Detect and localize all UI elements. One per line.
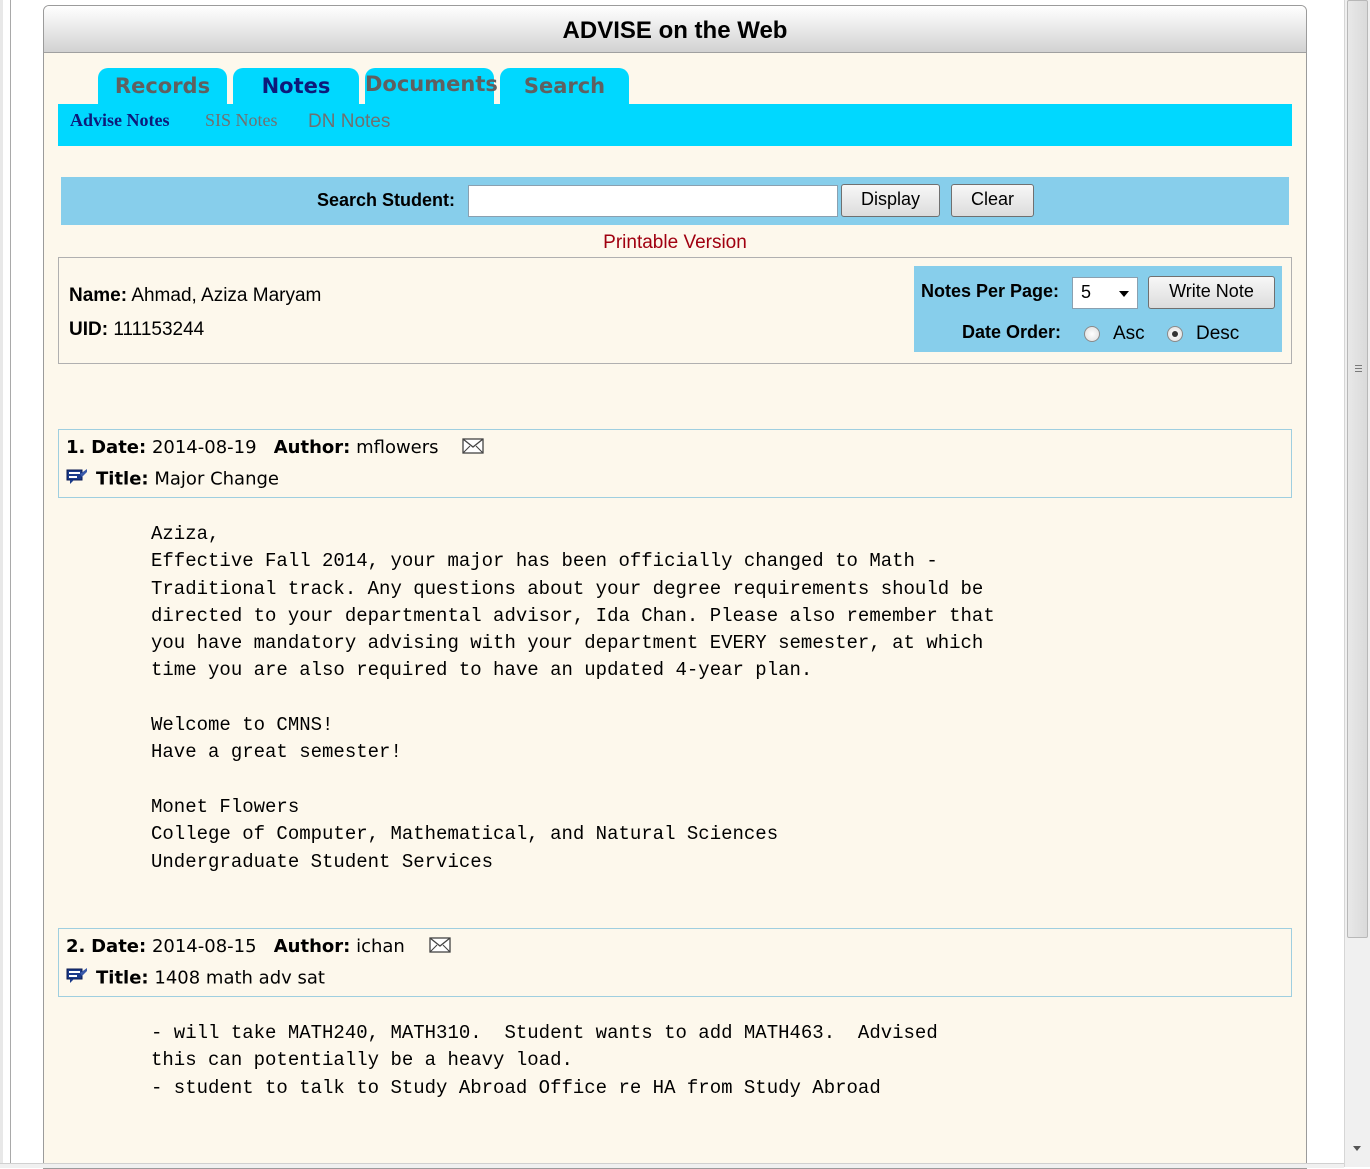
note-meta-row: 1. Date: 2014-08-19 Author: mflowers xyxy=(66,437,484,459)
date-order-asc-radio[interactable] xyxy=(1084,326,1100,342)
note-meta-row: 2. Date: 2014-08-15 Author: ichan xyxy=(66,936,451,958)
date-order-label: Date Order: xyxy=(962,322,1062,342)
note-body: Aziza, Effective Fall 2014, your major h… xyxy=(151,523,995,873)
note-number: 1. xyxy=(66,437,86,458)
note-title-row: Title: 1408 math adv sat xyxy=(66,967,325,990)
notes-subnav: Advise Notes SIS Notes DN Notes xyxy=(58,104,1292,146)
advise-panel: ADVISE on the Web Records Notes Document… xyxy=(43,5,1307,1169)
display-button[interactable]: Display xyxy=(841,184,940,217)
app-title: ADVISE on the Web xyxy=(44,6,1306,53)
notes-per-page-label: Notes Per Page: xyxy=(921,281,1060,301)
notes-per-page-select[interactable]: 5 xyxy=(1072,277,1138,309)
student-info-box: Name: Ahmad, Aziza Maryam UID: 111153244… xyxy=(58,257,1292,364)
tab-documents[interactable]: Documents xyxy=(365,68,498,106)
tab-search[interactable]: Search xyxy=(500,68,629,106)
tab-notes[interactable]: Notes xyxy=(233,68,359,106)
uid-label: UID: xyxy=(69,319,109,340)
tab-records[interactable]: Records xyxy=(98,68,227,106)
note-date-label: Date: xyxy=(91,936,147,957)
page-bottom-edge xyxy=(0,1163,1344,1168)
name-label: Name: xyxy=(69,285,128,306)
student-search-bar: Search Student: Display Clear xyxy=(61,177,1289,225)
clear-button[interactable]: Clear xyxy=(951,184,1034,217)
printable-version-link[interactable]: Printable Version xyxy=(44,232,1306,254)
subnav-dn-notes[interactable]: DN Notes xyxy=(308,111,390,133)
chevron-down-icon xyxy=(1119,291,1129,297)
notes-per-page-value: 5 xyxy=(1081,282,1092,302)
note-comment-icon[interactable] xyxy=(66,967,88,990)
note-body: - will take MATH240, MATH310. Student wa… xyxy=(151,1022,938,1099)
note-date: 2014-08-15 xyxy=(151,936,257,957)
subnav-sis-notes[interactable]: SIS Notes xyxy=(205,110,278,131)
note-title: Major Change xyxy=(154,468,279,490)
note-comment-icon[interactable] xyxy=(66,468,88,491)
student-uid-row: UID: 111153244 xyxy=(69,319,204,341)
notes-controls: Notes Per Page: 5 Write Note Date Order:… xyxy=(914,266,1282,352)
search-student-input[interactable] xyxy=(468,185,838,217)
scrollbar-thumb[interactable] xyxy=(1347,0,1368,938)
note-title-label: Title: xyxy=(96,967,149,989)
note-title: 1408 math adv sat xyxy=(154,967,325,989)
write-note-button[interactable]: Write Note xyxy=(1148,276,1275,309)
student-name: Ahmad, Aziza Maryam xyxy=(131,285,322,306)
note-date-label: Date: xyxy=(91,437,147,458)
note-author: mflowers xyxy=(356,437,439,458)
date-order-desc-radio[interactable] xyxy=(1167,326,1183,342)
note-author-label: Author: xyxy=(273,936,351,957)
note-title-row: Title: Major Change xyxy=(66,468,279,491)
asc-label: Asc xyxy=(1113,323,1145,344)
note-date: 2014-08-19 xyxy=(151,437,257,458)
student-name-row: Name: Ahmad, Aziza Maryam xyxy=(69,285,321,307)
window-left-edge xyxy=(0,0,11,1167)
note-title-label: Title: xyxy=(96,468,149,490)
search-student-label: Search Student: xyxy=(317,190,456,210)
student-uid: 111153244 xyxy=(113,319,205,340)
subnav-advise-notes[interactable]: Advise Notes xyxy=(70,110,170,131)
note-header: 2. Date: 2014-08-15 Author: ichan Title:… xyxy=(58,928,1292,997)
note-author: ichan xyxy=(356,936,405,957)
email-icon[interactable] xyxy=(428,936,451,958)
note-header: 1. Date: 2014-08-19 Author: mflowers Tit… xyxy=(58,429,1292,498)
scroll-down-arrow-icon[interactable] xyxy=(1353,1146,1361,1151)
email-icon[interactable] xyxy=(462,437,484,459)
note-author-label: Author: xyxy=(273,437,351,458)
note-number: 2. xyxy=(66,936,86,957)
desc-label: Desc xyxy=(1196,323,1240,344)
